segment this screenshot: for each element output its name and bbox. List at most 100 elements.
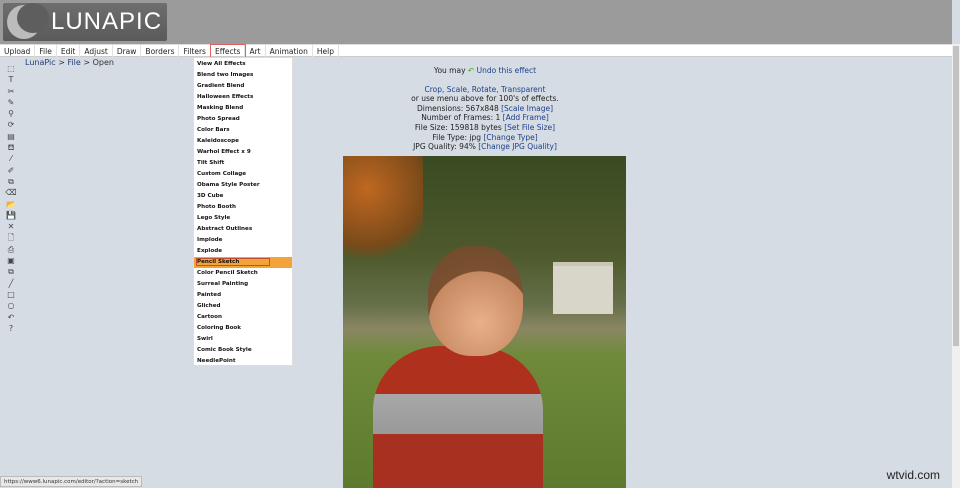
edited-photo[interactable]: [343, 156, 626, 488]
scrollbar[interactable]: [952, 44, 960, 488]
eraser-icon[interactable]: ⌫: [4, 187, 18, 198]
effects-menu-item[interactable]: Gradient Blend: [194, 81, 292, 92]
select-icon[interactable]: ⬚: [4, 63, 18, 74]
toolbar: ⬚ T ✂ ✎ ⚲ ⟳ ▤ ⛾ ⁄ ✐ ⧉ ⌫ 📂 💾 ✕ 🗋 ⎙ ▣ ⧉ ╱ □ ○ ↶?: [4, 63, 18, 334]
change-type-link[interactable]: [Change Type]: [483, 133, 537, 142]
effects-menu-item[interactable]: Color Pencil Sketch: [194, 268, 292, 279]
menu-hint: or use menu above for 100's of effects.: [411, 94, 559, 104]
header: LUNAPIC: [0, 0, 952, 44]
menu-adjust[interactable]: Adjust: [80, 45, 113, 57]
effects-menu-item-label: Gliched: [197, 303, 221, 309]
scissors-icon[interactable]: ✂: [4, 86, 18, 97]
effects-menu-item[interactable]: Coloring Book: [194, 323, 292, 334]
undo-prefix: You may: [433, 66, 466, 75]
help-icon[interactable]: ?: [4, 323, 18, 334]
menu-edit[interactable]: Edit: [57, 45, 81, 57]
effects-menu-item-label: Color Bars: [197, 127, 230, 133]
text-icon[interactable]: T: [4, 74, 18, 85]
effects-menu-item[interactable]: Warhol Effect x 9: [194, 147, 292, 158]
effects-menu-item[interactable]: Photo Booth: [194, 202, 292, 213]
scrollbar-thumb[interactable]: [953, 46, 959, 346]
add-frame-link[interactable]: [Add Frame]: [503, 113, 549, 122]
effects-menu-item[interactable]: NeedlePoint: [194, 356, 292, 367]
effects-menu-item-label: Blend two Images: [197, 72, 254, 78]
copy-icon[interactable]: ⧉: [4, 266, 18, 277]
lunapic-logo[interactable]: LUNAPIC: [3, 3, 167, 41]
photo-child-head: [428, 246, 523, 356]
effects-menu-item-label: Coloring Book: [197, 325, 241, 331]
menu-file[interactable]: File: [35, 45, 57, 57]
menu-art[interactable]: Art: [245, 45, 266, 57]
effects-menu-item[interactable]: Implode: [194, 235, 292, 246]
effects-menu-item[interactable]: Photo Spread: [194, 114, 292, 125]
menu-animation[interactable]: Animation: [266, 45, 313, 57]
effects-menu-item[interactable]: Custom Collage: [194, 169, 292, 180]
eyedropper-icon[interactable]: ⁄: [4, 153, 18, 164]
undo-link[interactable]: Undo this effect: [477, 66, 537, 75]
crop-icon[interactable]: ⧉: [4, 176, 18, 187]
effects-menu-item[interactable]: Explode: [194, 246, 292, 257]
effects-menu-item[interactable]: Comic Book Style: [194, 345, 292, 356]
menu-help[interactable]: Help: [313, 45, 339, 57]
effects-menu-item[interactable]: Cartoon: [194, 312, 292, 323]
effects-menu-item[interactable]: Obama Style Poster: [194, 180, 292, 191]
breadcrumb-current: Open: [92, 58, 114, 67]
menu-filters[interactable]: Filters: [179, 45, 211, 57]
effects-menu-item[interactable]: Painted: [194, 290, 292, 301]
photo-trees: [343, 156, 423, 266]
scale-image-link[interactable]: [Scale Image]: [501, 104, 553, 113]
new-icon[interactable]: 🗋: [4, 232, 18, 243]
brush-icon[interactable]: ✐: [4, 165, 18, 176]
effects-menu-item-label: Cartoon: [197, 314, 222, 320]
effects-menu-item[interactable]: Gliched: [194, 301, 292, 312]
set-file-size-link[interactable]: [Set File Size]: [504, 123, 555, 132]
print-icon[interactable]: ⎙: [4, 244, 18, 255]
effects-menu-item[interactable]: Pencil Sketch: [194, 257, 292, 268]
fill-icon[interactable]: ⛾: [4, 142, 18, 153]
effects-menu-item[interactable]: 3D Cube: [194, 191, 292, 202]
undo-icon[interactable]: ↶: [4, 312, 18, 323]
save-icon[interactable]: 💾: [4, 210, 18, 221]
effects-menu-item[interactable]: Halloween Effects: [194, 92, 292, 103]
zoom-icon[interactable]: ⚲: [4, 108, 18, 119]
effects-menu-item-label: Lego Style: [197, 215, 231, 221]
layers-icon[interactable]: ▣: [4, 255, 18, 266]
line-icon[interactable]: ╱: [4, 278, 18, 289]
menu-upload[interactable]: Upload: [0, 45, 36, 57]
circle-icon[interactable]: ○: [4, 300, 18, 311]
effects-dropdown: View All Effects Blend two Images Gradient…: [193, 57, 293, 366]
gradient-icon[interactable]: ▤: [4, 131, 18, 142]
effects-menu-item[interactable]: Masking Blend: [194, 103, 292, 114]
effects-menu-item-label: Photo Spread: [197, 116, 240, 122]
effects-menu-item[interactable]: Color Bars: [194, 125, 292, 136]
pencil-icon[interactable]: ✎: [4, 97, 18, 108]
change-quality-link[interactable]: [Change JPG Quality]: [478, 142, 557, 151]
effects-menu-item-label: Swirl: [197, 336, 213, 342]
photo-shed: [553, 262, 613, 314]
effects-menu-item-label: Surreal Painting: [197, 281, 249, 287]
effects-menu-item-label: Tilt Shift: [197, 160, 225, 166]
effects-menu-item[interactable]: Swirl: [194, 334, 292, 345]
open-icon[interactable]: 📂: [4, 199, 18, 210]
effects-menu-item[interactable]: View All Effects: [194, 59, 292, 70]
effects-menu-item-label: Warhol Effect x 9: [197, 149, 251, 155]
effects-menu-item[interactable]: Kaleidoscope: [194, 136, 292, 147]
menu-borders[interactable]: Borders: [141, 45, 180, 57]
rotate-icon[interactable]: ⟳: [4, 119, 18, 130]
close-icon[interactable]: ✕: [4, 221, 18, 232]
effects-menu-item-label: Kaleidoscope: [197, 138, 239, 144]
effects-menu-item[interactable]: Tilt Shift: [194, 158, 292, 169]
breadcrumb-home[interactable]: LunaPic: [25, 58, 56, 67]
effects-menu-item[interactable]: Blend two Images: [194, 70, 292, 81]
undo-icon: ↶: [467, 66, 475, 75]
effects-menu-item-label: Color Pencil Sketch: [197, 270, 258, 276]
effects-menu-item[interactable]: Lego Style: [194, 213, 292, 224]
effects-menu-item[interactable]: Abstract Outlines: [194, 224, 292, 235]
menu-effects[interactable]: Effects: [209, 44, 247, 58]
crop-scale-rotate-link[interactable]: Crop, Scale, Rotate, Transparent: [425, 85, 546, 94]
rectangle-icon[interactable]: □: [4, 289, 18, 300]
effects-menu-item[interactable]: Surreal Painting: [194, 279, 292, 290]
dimensions: Dimensions: 567x848: [416, 103, 499, 113]
breadcrumb-file[interactable]: File: [67, 58, 80, 67]
menu-draw[interactable]: Draw: [113, 45, 142, 57]
